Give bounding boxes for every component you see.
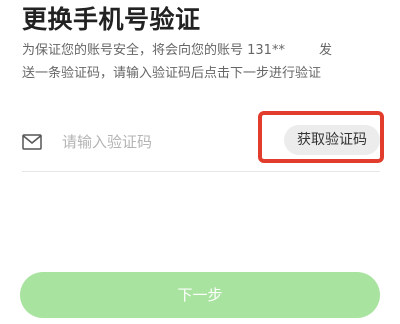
verification-code-row: 获取验证码 <box>22 115 380 172</box>
description-line-2: 送一条验证码，请输入验证码后点击下一步进行验证 <box>22 66 322 81</box>
get-code-button[interactable]: 获取验证码 <box>284 125 380 155</box>
next-step-button[interactable]: 下一步 <box>20 272 380 318</box>
description-suffix: 发 <box>318 43 332 58</box>
page-title: 更换手机号验证 <box>22 5 201 34</box>
verification-code-input[interactable] <box>62 129 262 155</box>
verification-description: 为保证您的账号安全，将会向您的账号 131** 发 送一条验证码，请输入验证码后点… <box>22 39 382 85</box>
description-line-1: 为保证您的账号安全，将会向您的账号 131** 发 <box>22 39 382 62</box>
mail-icon <box>22 134 42 150</box>
description-prefix: 为保证您的账号安全，将会向您的账号 131** <box>22 43 285 58</box>
